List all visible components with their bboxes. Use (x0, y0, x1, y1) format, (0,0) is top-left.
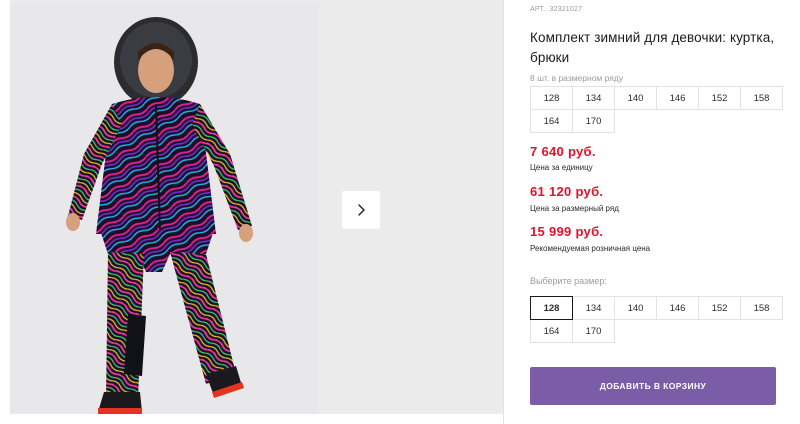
size-option[interactable]: 152 (698, 296, 741, 320)
pack-size-cell: 146 (656, 86, 699, 110)
pack-size-cell: 152 (698, 86, 741, 110)
size-option[interactable]: 164 (530, 319, 573, 343)
article-number: АРТ. 32321027 (530, 6, 584, 13)
pack-size-cell: 170 (572, 109, 615, 133)
size-option[interactable]: 158 (740, 296, 783, 320)
pack-price-label: Цена за размерный ряд (530, 204, 619, 213)
size-option[interactable]: 146 (656, 296, 699, 320)
gallery-next-button[interactable] (342, 191, 380, 229)
pack-size-cell: 128 (530, 86, 573, 110)
product-title: Комплект зимний для девочки: куртка, брю… (530, 30, 775, 65)
retail-price: 15 999 руб. (530, 224, 604, 239)
pack-info: 8 шт. в размерном ряду (530, 73, 624, 83)
gallery-edge (0, 0, 10, 414)
add-to-cart-button[interactable]: Добавить в корзину (530, 367, 776, 405)
product-photo (10, 4, 318, 416)
size-option[interactable]: 140 (614, 296, 657, 320)
retail-price-label: Рекомендуемая розничная цена (530, 244, 651, 253)
size-option[interactable]: 170 (572, 319, 615, 343)
pack-price: 61 120 руб. (530, 184, 604, 199)
unit-price: 7 640 руб. (530, 144, 596, 159)
panel-divider (503, 0, 504, 424)
gallery-bottom-strip (0, 414, 503, 424)
pack-size-grid: 128 134 140 146 152 158 164 170 (530, 86, 783, 133)
size-selector: 128 134 140 146 152 158 164 170 (530, 296, 783, 343)
size-selector-label: Выберите размер: (530, 276, 607, 286)
pack-size-cell: 164 (530, 109, 573, 133)
unit-price-label: Цена за единицу (530, 163, 593, 172)
size-option-selected[interactable]: 128 (530, 296, 573, 320)
pack-size-cell: 158 (740, 86, 783, 110)
article-value: 32321027 (549, 6, 583, 13)
chevron-right-icon (358, 204, 365, 216)
article-label: АРТ. (530, 6, 546, 13)
pack-size-cell: 140 (614, 86, 657, 110)
size-option[interactable]: 134 (572, 296, 615, 320)
girl-in-winter-suit-image (10, 4, 318, 416)
pack-size-cell: 134 (572, 86, 615, 110)
